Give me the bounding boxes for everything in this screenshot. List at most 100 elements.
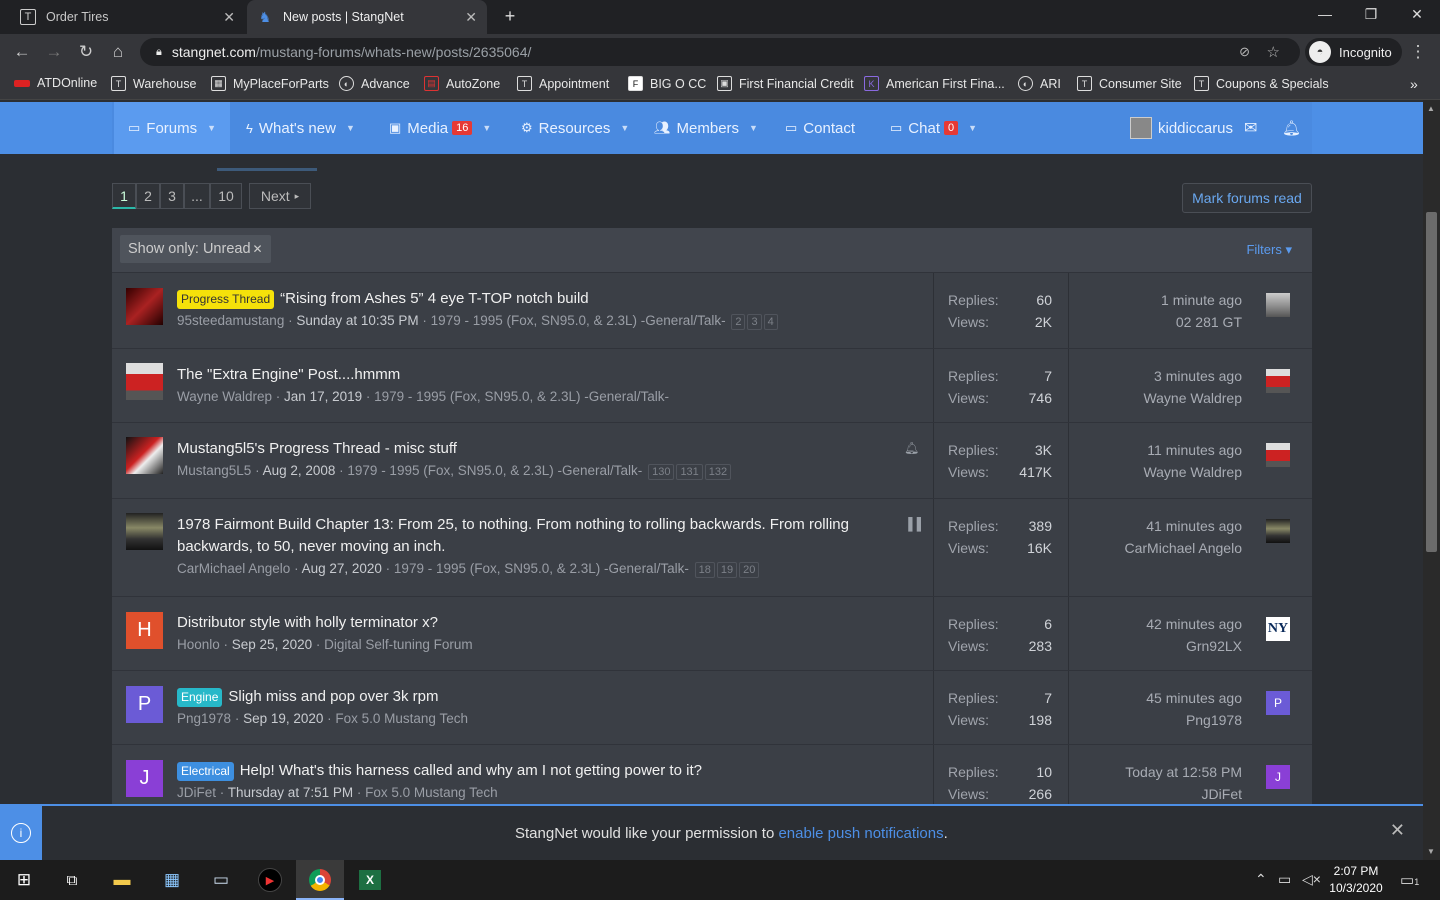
thread-row[interactable]: Mustang5l5's Progress Thread - misc stuf… bbox=[112, 422, 1312, 498]
last-post-time[interactable]: 1 minute ago bbox=[1161, 292, 1242, 308]
chevron-down-icon[interactable]: ▼ bbox=[749, 123, 758, 133]
close-window-button[interactable]: ✕ bbox=[1402, 6, 1432, 23]
last-post-time[interactable]: 45 minutes ago bbox=[1146, 690, 1242, 706]
last-post-time[interactable]: 11 minutes ago bbox=[1147, 442, 1242, 458]
last-post-user[interactable]: Png1978 bbox=[1186, 712, 1242, 728]
scroll-up-icon[interactable]: ▲ bbox=[1427, 104, 1435, 113]
next-page-button[interactable]: Next ▸ bbox=[249, 183, 311, 209]
account-menu[interactable]: kiddiccarus bbox=[1130, 102, 1233, 154]
thread-title-text[interactable]: Sligh miss and pop over 3k rpm bbox=[228, 688, 438, 705]
new-tab-button[interactable]: + bbox=[495, 6, 525, 27]
yankees-logo-avatar[interactable]: NY bbox=[1266, 617, 1290, 641]
nav-whats-new[interactable]: ϟ What's new ▼ bbox=[246, 102, 355, 154]
thread-title-text[interactable]: Distributor style with holly terminator … bbox=[177, 614, 438, 631]
thread-date[interactable]: Jan 17, 2019 bbox=[284, 389, 362, 404]
thread-date[interactable]: Sunday at 10:35 PM bbox=[296, 313, 418, 328]
chevron-down-icon[interactable]: ▼ bbox=[482, 123, 491, 133]
tab-stangnet[interactable]: ♞ New posts | StangNet ✕ bbox=[247, 0, 487, 34]
thread-forum[interactable]: 1979 - 1995 (Fox, SN95.0, & 2.3L) -Gener… bbox=[347, 463, 642, 478]
last-poster-avatar[interactable]: J bbox=[1266, 765, 1290, 789]
page-2[interactable]: 2 bbox=[136, 183, 160, 209]
page-3[interactable]: 3 bbox=[160, 183, 184, 209]
last-poster-avatar[interactable]: P bbox=[1266, 691, 1290, 715]
system-clock[interactable]: 2:07 PM 10/3/2020 bbox=[1322, 863, 1390, 897]
page-10[interactable]: 10 bbox=[210, 183, 242, 209]
thread-title[interactable]: The "Extra Engine" Post....hmmm bbox=[177, 364, 877, 386]
page-jump[interactable]: 20 bbox=[739, 562, 760, 578]
tab-order-tires[interactable]: T Order Tires ✕ bbox=[10, 0, 245, 34]
thread-prefix[interactable]: Electrical bbox=[177, 762, 234, 781]
alerts-bell-icon[interactable]: 🔔︎ bbox=[1282, 102, 1301, 154]
scrollbar-thumb[interactable] bbox=[1426, 212, 1437, 552]
nav-members[interactable]: 👥︎ Members ▼ bbox=[654, 102, 758, 154]
excel-icon[interactable]: X bbox=[346, 860, 394, 900]
last-post-user[interactable]: 02 281 GT bbox=[1176, 314, 1242, 330]
last-post-user[interactable]: Wayne Waldrep bbox=[1143, 390, 1242, 406]
bookmarks-overflow-button[interactable]: » bbox=[1410, 76, 1418, 92]
media-player-icon[interactable]: ▶ bbox=[246, 860, 294, 900]
thread-title-text[interactable]: Help! What's this harness called and why… bbox=[240, 762, 702, 779]
thread-author[interactable]: CarMichael Angelo bbox=[177, 561, 290, 576]
bookmark-item[interactable]: ▦ MyPlaceForParts bbox=[211, 76, 329, 91]
incognito-profile-button[interactable]: ◓ Incognito bbox=[1305, 38, 1402, 66]
bookmark-item[interactable]: ▣ First Financial Credit bbox=[717, 76, 854, 91]
thread-row[interactable]: The "Extra Engine" Post....hmmm Wayne Wa… bbox=[112, 348, 1312, 422]
thread-row[interactable]: J Electrical Help! What's this harness ca… bbox=[112, 744, 1312, 804]
chevron-down-icon[interactable]: ▼ bbox=[620, 123, 629, 133]
reload-icon[interactable]: ↻ bbox=[76, 42, 96, 62]
bookmark-item[interactable]: F BIG O CC bbox=[628, 76, 706, 91]
thread-avatar[interactable]: P bbox=[126, 686, 163, 723]
thread-date[interactable]: Sep 19, 2020 bbox=[243, 711, 323, 726]
last-post-time[interactable]: 41 minutes ago bbox=[1146, 518, 1242, 534]
thread-avatar[interactable] bbox=[126, 437, 163, 474]
thread-row[interactable]: P Engine Sligh miss and pop over 3k rpm P… bbox=[112, 670, 1312, 744]
page-jump[interactable]: 131 bbox=[676, 464, 703, 480]
show-only-unread-filter[interactable]: Show only: Unread ✕ bbox=[120, 235, 271, 263]
address-bar[interactable]: 🔒︎ stangnet.com/mustang-forums/whats-new… bbox=[140, 38, 1300, 66]
volume-muted-icon[interactable]: ◁× bbox=[1302, 871, 1321, 888]
page-ellipsis[interactable]: ... bbox=[184, 183, 210, 209]
page-jump[interactable]: 18 bbox=[694, 562, 715, 578]
thread-title[interactable]: Distributor style with holly terminator … bbox=[177, 612, 877, 634]
enable-push-link[interactable]: enable push notifications bbox=[778, 825, 943, 842]
bookmark-item[interactable]: ◐ ARI bbox=[1018, 76, 1061, 91]
thread-author[interactable]: Mustang5L5 bbox=[177, 463, 251, 478]
page-jump[interactable]: 2 bbox=[731, 314, 746, 330]
file-explorer-icon[interactable]: ▬ bbox=[98, 860, 146, 900]
thread-avatar[interactable] bbox=[126, 288, 163, 325]
thread-prefix[interactable]: Engine bbox=[177, 688, 223, 707]
thread-date[interactable]: Thursday at 7:51 PM bbox=[228, 785, 353, 800]
bookmark-star-icon[interactable]: ☆ bbox=[1267, 43, 1280, 61]
page-jump[interactable]: 132 bbox=[704, 464, 732, 480]
nav-chat[interactable]: ▭ Chat 0 ▼ bbox=[890, 102, 977, 154]
chevron-down-icon[interactable]: ▼ bbox=[968, 123, 977, 133]
task-view-icon[interactable]: ⧉ bbox=[48, 860, 96, 900]
scroll-down-icon[interactable]: ▼ bbox=[1427, 847, 1435, 856]
thread-avatar[interactable]: J bbox=[126, 760, 163, 797]
page-1[interactable]: 1 bbox=[112, 183, 136, 209]
nav-resources[interactable]: ⚙ Resources ▼ bbox=[521, 102, 629, 154]
page-jump[interactable]: 19 bbox=[716, 562, 738, 578]
filters-dropdown[interactable]: Filters ▾ bbox=[1246, 242, 1292, 258]
minimize-button[interactable]: — bbox=[1310, 6, 1340, 22]
thread-avatar[interactable] bbox=[126, 513, 163, 550]
thread-forum[interactable]: Fox 5.0 Mustang Tech bbox=[365, 785, 498, 800]
maximize-button[interactable]: ❐ bbox=[1356, 6, 1386, 23]
browser-menu-icon[interactable]: ⋮ bbox=[1408, 42, 1428, 62]
thread-title-text[interactable]: 1978 Fairmont Build Chapter 13: From 25,… bbox=[177, 516, 849, 555]
bookmark-item[interactable]: T Consumer Site bbox=[1077, 76, 1182, 91]
thread-author[interactable]: Png1978 bbox=[177, 711, 231, 726]
network-icon[interactable]: ▭ bbox=[1278, 871, 1291, 888]
page-jump[interactable]: 4 bbox=[763, 314, 778, 330]
bookmark-item[interactable]: ATDOnline bbox=[14, 76, 97, 90]
thread-forum[interactable]: Digital Self-tuning Forum bbox=[324, 637, 473, 652]
nav-contact[interactable]: ▭ Contact bbox=[785, 102, 855, 154]
inbox-envelope-icon[interactable]: ✉ bbox=[1244, 102, 1257, 154]
thread-row[interactable]: 1978 Fairmont Build Chapter 13: From 25,… bbox=[112, 498, 1312, 596]
thread-date[interactable]: Aug 27, 2020 bbox=[302, 561, 382, 576]
nav-media[interactable]: ▣ Media 16 ▼ bbox=[389, 102, 491, 154]
thread-forum[interactable]: Fox 5.0 Mustang Tech bbox=[335, 711, 468, 726]
thread-title[interactable]: Mustang5l5's Progress Thread - misc stuf… bbox=[177, 438, 877, 460]
page-jump[interactable]: 3 bbox=[747, 314, 762, 330]
bookmark-item[interactable]: K American First Fina... bbox=[864, 76, 1005, 91]
